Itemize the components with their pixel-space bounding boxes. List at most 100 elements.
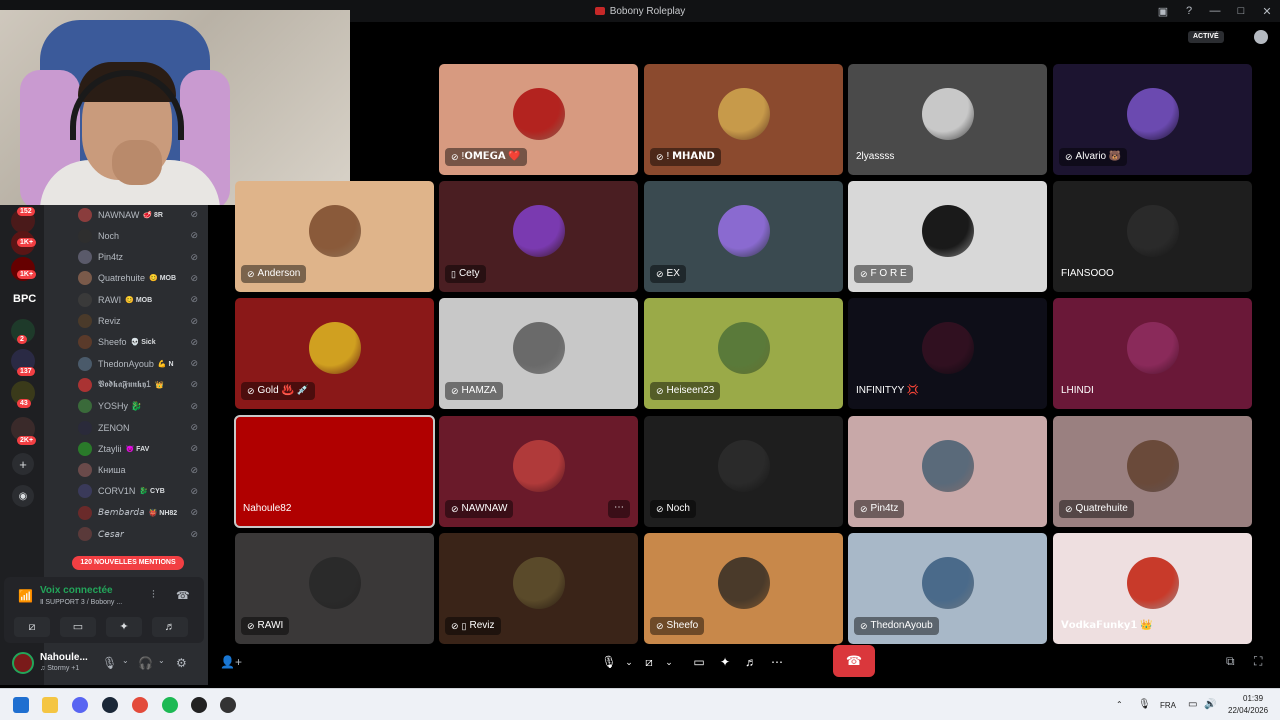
- voice-member[interactable]: Книша ⊘: [78, 461, 206, 480]
- participant-tile[interactable]: LHINDI: [1053, 298, 1252, 409]
- participant-tile[interactable]: INFINITYY 💢: [848, 298, 1047, 409]
- server-folder-label[interactable]: BPC: [13, 293, 36, 305]
- participant-tile[interactable]: ⊘ ▯ Reviz: [439, 533, 638, 644]
- voice-member[interactable]: 𝘊𝘦𝘴𝘢𝘳 ⊘: [78, 525, 206, 544]
- voice-member[interactable]: ThedonAyoub 💪 N ⊘: [78, 354, 206, 373]
- voice-member[interactable]: CORV1N 🐉 CYB ⊘: [78, 482, 206, 501]
- signal-icon[interactable]: 📶: [18, 589, 33, 603]
- participant-tile[interactable]: ⊘ EX: [644, 181, 843, 292]
- disconnect-icon[interactable]: ☎: [176, 589, 190, 602]
- activities-icon[interactable]: ✦: [712, 648, 738, 676]
- participant-tile[interactable]: ⊘ ThedonAyoub: [848, 533, 1047, 644]
- active-badge[interactable]: ACTIVÉ: [1188, 31, 1224, 43]
- participant-tile[interactable]: ⊘ Pin4tz: [848, 416, 1047, 527]
- participant-tile[interactable]: ⊘ Quatrehuite: [1053, 416, 1252, 527]
- participant-name: !𝗢𝗠𝗘𝗚𝗔 ❤️: [461, 151, 521, 162]
- spotify-icon[interactable]: [162, 697, 178, 713]
- participant-tile[interactable]: ⊘ Anderson: [235, 181, 434, 292]
- start-icon[interactable]: [13, 697, 29, 713]
- voice-member[interactable]: Noch ⊘: [78, 226, 206, 245]
- voice-member[interactable]: Ztaylii 😈 FAV ⊘: [78, 439, 206, 458]
- chat-icon[interactable]: [1254, 30, 1268, 44]
- microphone-icon[interactable]: 🎙: [102, 656, 117, 670]
- chevron-down-icon[interactable]: ⌄: [158, 656, 165, 665]
- microphone-icon[interactable]: 🎙: [596, 648, 622, 676]
- noise-suppression-icon[interactable]: ⫶: [152, 589, 155, 602]
- voice-member[interactable]: NAWNAW 🥩 8R ⊘: [78, 205, 206, 224]
- mentions-pill[interactable]: 120 NOUVELLES MENTIONS: [72, 556, 184, 570]
- participant-tile[interactable]: ⊘ !𝗢𝗠𝗘𝗚𝗔 ❤️: [439, 64, 638, 175]
- muted-icon: ⊘: [190, 209, 198, 219]
- voice-member[interactable]: Pin4tz ⊘: [78, 248, 206, 267]
- participant-tile[interactable]: ⊘! 𝗠𝗛𝗔𝗡𝗗: [644, 64, 843, 175]
- chrome-icon[interactable]: [132, 697, 148, 713]
- avatar[interactable]: [12, 652, 34, 674]
- close-button[interactable]: ✕: [1254, 5, 1280, 18]
- clock-date[interactable]: 22/04/2026: [1228, 706, 1268, 715]
- username[interactable]: Nahoule...: [40, 652, 88, 663]
- chevron-down-icon[interactable]: ⌄: [122, 656, 129, 665]
- network-icon[interactable]: ▭: [1188, 699, 1197, 710]
- gear-icon[interactable]: ⚙: [176, 656, 187, 670]
- participant-tile[interactable]: ⊘ Gold ♨️ 💉: [235, 298, 434, 409]
- participant-tile[interactable]: ▯ Cety: [439, 181, 638, 292]
- add-server-icon[interactable]: +: [12, 453, 34, 475]
- participant-tile[interactable]: ⊘ RAWI: [235, 533, 434, 644]
- avatar: [717, 87, 770, 140]
- soundboard-icon[interactable]: ♬: [152, 617, 188, 637]
- voice-member[interactable]: Reviz ⊘: [78, 312, 206, 331]
- camera-off-icon[interactable]: ⧄: [636, 648, 662, 676]
- voice-member[interactable]: ZENON ⊘: [78, 418, 206, 437]
- voice-member[interactable]: Sheefo 💀 Sick ⊘: [78, 333, 206, 352]
- participant-tile[interactable]: ⊘ NAWNAW ⋯: [439, 416, 638, 527]
- steam-icon[interactable]: [102, 697, 118, 713]
- language-indicator[interactable]: FRA: [1160, 701, 1176, 710]
- discord-icon[interactable]: [72, 697, 88, 713]
- camera-off-icon[interactable]: ⧄: [14, 617, 50, 637]
- microphone-icon[interactable]: 🎙: [1138, 699, 1151, 710]
- maximize-button[interactable]: □: [1228, 5, 1254, 17]
- participant-tile[interactable]: 𝗩𝗼𝗱𝗸𝗮𝗙𝘂𝗻𝗸𝘆𝟭 👑: [1053, 533, 1252, 644]
- member-name: RAWI: [98, 294, 122, 305]
- participant-tile[interactable]: ⊘ Noch: [644, 416, 843, 527]
- participant-tile[interactable]: ⊘ Alvario 🐻: [1053, 64, 1252, 175]
- headphones-icon[interactable]: 🎧: [138, 656, 153, 670]
- voice-channel[interactable]: Ⅱ SUPPORT 3 / Bobony ...: [40, 598, 122, 606]
- voice-status[interactable]: Voix connectée: [40, 585, 113, 596]
- minimize-button[interactable]: —: [1202, 5, 1228, 17]
- more-icon[interactable]: ⋯: [764, 648, 790, 676]
- clock-time[interactable]: 01:39: [1243, 694, 1263, 703]
- discover-icon[interactable]: ◉: [12, 485, 34, 507]
- voice-member[interactable]: 𝖁𝖔𝖉𝖐𝖆𝕱𝖚𝖓𝖐𝖞1 👑 ⊘: [78, 375, 206, 394]
- participant-tile[interactable]: ⊘ F O R E: [848, 181, 1047, 292]
- more-icon[interactable]: ⋯: [608, 500, 630, 518]
- soundboard-icon[interactable]: ♬: [738, 648, 764, 676]
- hangup-button[interactable]: ☎: [833, 645, 875, 677]
- muted-icon: ⊘: [190, 528, 198, 539]
- participant-tile[interactable]: 2lyassss: [848, 64, 1047, 175]
- app-icon[interactable]: [191, 697, 207, 713]
- fullscreen-icon[interactable]: ⛶: [1254, 654, 1262, 669]
- activities-icon[interactable]: ✦: [106, 617, 142, 637]
- participant-tile[interactable]: ⊘ Heiseen23: [644, 298, 843, 409]
- chevron-up-icon[interactable]: ⌃: [1116, 700, 1123, 709]
- screen-share-icon[interactable]: ▭: [60, 617, 96, 637]
- voice-member[interactable]: Quatrehuite 😊 MOB ⊘: [78, 269, 206, 288]
- help-icon[interactable]: ?: [1176, 5, 1202, 17]
- chevron-down-icon[interactable]: ⌄: [622, 648, 636, 676]
- participant-tile[interactable]: ⊘ Sheefo: [644, 533, 843, 644]
- voice-member[interactable]: YOSHy 🐉 ⊘: [78, 397, 206, 416]
- volume-icon[interactable]: 🔊: [1204, 699, 1216, 710]
- app-icon[interactable]: [220, 697, 236, 713]
- voice-member[interactable]: 𝘉𝘦𝘮𝘣𝘢𝘳𝘥𝘢 👹 NH82 ⊘: [78, 503, 206, 522]
- participant-tile[interactable]: FIANSOOO: [1053, 181, 1252, 292]
- voice-member[interactable]: RAWI 😊 MOB ⊘: [78, 290, 206, 309]
- chevron-down-icon[interactable]: ⌄: [662, 648, 676, 676]
- participant-tile[interactable]: ⊘ HAMZA: [439, 298, 638, 409]
- screen-share-icon[interactable]: ▭: [686, 648, 712, 676]
- file-explorer-icon[interactable]: [42, 697, 58, 713]
- invite-icon[interactable]: 👤+: [220, 655, 242, 669]
- inbox-icon[interactable]: ▣: [1150, 5, 1176, 18]
- popout-icon[interactable]: ⧉: [1226, 654, 1235, 669]
- participant-tile[interactable]: Nahoule82: [234, 415, 435, 528]
